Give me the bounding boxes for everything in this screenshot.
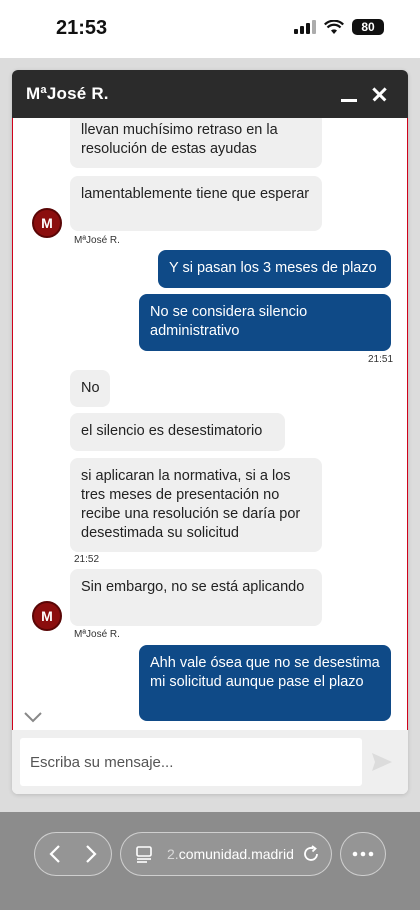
avatar: M <box>32 601 62 631</box>
message-time: 21:51 <box>368 354 394 365</box>
status-bar: 21:53 80 <box>0 0 420 58</box>
incoming-message: llevan muchísimo retraso en la resolució… <box>70 118 322 168</box>
incoming-message: el silencio es desestimatorio <box>70 413 285 451</box>
incoming-message: lamentablemente tiene que esperar <box>70 176 322 231</box>
reload-icon[interactable] <box>301 844 321 864</box>
back-icon[interactable] <box>45 842 67 866</box>
url-text: 2.comunidad.madrid <box>167 846 294 862</box>
forward-icon[interactable] <box>79 842 101 866</box>
close-icon[interactable] <box>368 82 392 106</box>
navigation-controls <box>34 832 112 876</box>
outgoing-message: Y si pasan los 3 meses de plazo <box>158 250 391 288</box>
chat-window: MªJosé R. llevan muchísimo retraso en la… <box>12 70 408 794</box>
more-button[interactable] <box>340 832 386 876</box>
outgoing-message: No se considera silencio administrativo <box>139 294 391 351</box>
message-input[interactable] <box>20 738 362 786</box>
message-list[interactable]: llevan muchísimo retraso en la resolució… <box>12 118 408 731</box>
status-time: 21:53 <box>56 17 108 39</box>
incoming-message: Sin embargo, no se está aplicando <box>70 569 322 626</box>
message-time: 21:52 <box>74 554 100 565</box>
chevron-down-icon[interactable] <box>23 710 43 724</box>
reader-icon[interactable] <box>135 845 153 863</box>
outgoing-message: Ahh vale ósea que no se desestima mi sol… <box>139 645 391 721</box>
url-prefix: 2. <box>167 846 179 862</box>
incoming-message: si aplicaran la normativa, si a los tres… <box>70 458 322 552</box>
agent-name: MªJosé R. <box>74 235 120 246</box>
send-icon[interactable] <box>370 750 394 774</box>
avatar: M <box>32 208 62 238</box>
chat-header: MªJosé R. <box>12 70 408 118</box>
incoming-message: No <box>70 370 110 407</box>
browser-toolbar: 2.comunidad.madrid <box>0 812 420 910</box>
battery-indicator: 80 <box>352 19 384 35</box>
agent-name: MªJosé R. <box>74 629 120 640</box>
message-composer <box>12 730 408 794</box>
signal-icon <box>294 20 316 34</box>
chat-title: MªJosé R. <box>26 84 109 103</box>
minimize-icon[interactable] <box>338 82 362 106</box>
address-bar[interactable]: 2.comunidad.madrid <box>120 832 332 876</box>
url-domain: comunidad.madrid <box>178 846 294 862</box>
wifi-icon <box>324 19 344 34</box>
status-icons: 80 <box>294 19 384 35</box>
more-icon[interactable] <box>352 851 374 857</box>
